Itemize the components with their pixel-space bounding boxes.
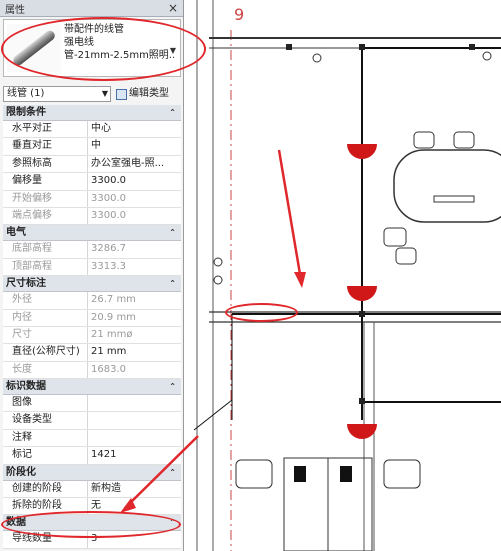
property-label: 导线数量 <box>3 531 88 548</box>
category-label: 标识数据 <box>6 381 46 393</box>
property-value[interactable] <box>88 395 181 411</box>
property-label: 创建的阶段 <box>3 480 88 498</box>
property-row[interactable]: 水平对正 中心 <box>3 121 181 139</box>
category-label: 尺寸标注 <box>6 278 46 290</box>
category-label: 数据 <box>6 517 26 529</box>
collapse-chevron-icon[interactable]: ⌃ <box>169 515 176 530</box>
property-row[interactable]: 直径(公称尺寸) 21 mm <box>3 344 181 362</box>
property-row[interactable]: 注释 <box>3 429 181 448</box>
property-label: 外径 <box>3 292 88 309</box>
property-row[interactable]: 外径 26.7 mm <box>3 292 181 310</box>
property-row[interactable]: 底部高程 3286.7 <box>3 241 181 259</box>
property-row[interactable]: 长度 1683.0 <box>3 361 181 380</box>
property-label: 尺寸 <box>3 326 88 344</box>
property-value: 26.7 mm <box>91 294 136 306</box>
property-label: 端点偏移 <box>3 207 88 225</box>
property-value: 3286.7 <box>91 243 126 255</box>
property-label: 设备类型 <box>3 412 88 429</box>
property-value: 3300.0 <box>91 209 126 221</box>
category-label: 阶段化 <box>6 466 36 478</box>
property-value[interactable]: 3300.0 <box>88 173 181 189</box>
property-row[interactable]: 图像 <box>3 395 181 413</box>
property-value[interactable]: 中心 <box>88 121 181 137</box>
annotation-arrow <box>277 149 306 288</box>
property-value: 1683.0 <box>91 363 126 375</box>
collapse-chevron-icon[interactable]: ⌃ <box>169 379 176 394</box>
collapse-chevron-icon[interactable]: ⌃ <box>169 105 176 120</box>
property-label: 参照标高 <box>3 155 88 173</box>
property-row[interactable]: 顶部高程 3313.3 <box>3 258 181 277</box>
property-label: 顶部高程 <box>3 258 88 276</box>
category-header[interactable]: 标识数据 ⌃ <box>3 379 181 396</box>
collapse-chevron-icon[interactable]: ⌃ <box>169 225 176 240</box>
property-row[interactable]: 偏移量 3300.0 <box>3 173 181 191</box>
type-category: 强电线 <box>64 37 94 48</box>
property-value[interactable]: 21 mm <box>88 344 181 360</box>
property-value[interactable]: 新构造 <box>88 481 181 497</box>
palette-title: 属性 <box>5 4 25 16</box>
instance-filter-value: 线管 (1) <box>7 88 45 99</box>
property-label: 内径 <box>3 309 88 326</box>
property-value[interactable]: 办公室强电-照... <box>88 156 181 172</box>
drawing-canvas[interactable]: 9 <box>184 0 501 551</box>
property-label: 开始偏移 <box>3 190 88 207</box>
instance-filter-row: 线管 (1) ▼ 编辑类型 <box>3 86 181 104</box>
property-label: 底部高程 <box>3 241 88 258</box>
category-header[interactable]: 尺寸标注 ⌃ <box>3 276 181 293</box>
property-value[interactable] <box>88 430 181 446</box>
property-row[interactable]: 参照标高 办公室强电-照... <box>3 155 181 174</box>
property-row[interactable]: 设备类型 <box>3 412 181 430</box>
collapse-chevron-icon[interactable]: ⌃ <box>169 276 176 291</box>
property-row[interactable]: 垂直对正中 <box>3 138 181 156</box>
dropdown-arrow-icon[interactable]: ▼ <box>170 46 176 55</box>
close-icon[interactable]: × <box>168 2 178 14</box>
property-row[interactable]: 拆除的阶段无 <box>3 498 181 516</box>
palette-title-bar: 属性 × <box>0 0 183 17</box>
instance-filter-select[interactable]: 线管 (1) ▼ <box>3 86 111 102</box>
property-row[interactable]: 标记 1421 <box>3 447 181 465</box>
property-value: 20.9 mm <box>91 311 136 323</box>
property-label: 图像 <box>3 395 88 412</box>
property-row[interactable]: 创建的阶段 新构造 <box>3 480 181 499</box>
property-grid: 限制条件 ⌃ 水平对正 中心 垂直对正中参照标高 办公室强电-照... 偏移量 3300.0 开… <box>3 105 181 549</box>
property-row[interactable]: 导线数量 3 <box>3 531 181 549</box>
property-label: 水平对正 <box>3 121 88 138</box>
conduit-thumbnail-icon <box>7 24 61 72</box>
category-label: 电气 <box>6 227 26 239</box>
property-label: 标记 <box>3 447 88 464</box>
property-label: 注释 <box>3 429 88 447</box>
type-family: 带配件的线管 <box>64 24 124 35</box>
chevron-down-icon: ▼ <box>101 89 108 98</box>
property-value[interactable]: 1421 <box>88 447 181 463</box>
property-label: 偏移量 <box>3 173 88 190</box>
property-row[interactable]: 端点偏移 3300.0 <box>3 207 181 226</box>
category-label: 限制条件 <box>6 107 46 118</box>
edit-type-label: 编辑类型 <box>129 88 169 99</box>
category-header[interactable]: 电气 ⌃ <box>3 225 181 242</box>
collapse-chevron-icon[interactable]: ⌃ <box>169 465 176 480</box>
type-selector-text: 带配件的线管 强电线 管-21mm-2.5mm照明... <box>64 23 174 62</box>
property-label: 长度 <box>3 361 88 379</box>
property-value: 3313.3 <box>91 260 126 272</box>
property-row[interactable]: 内径 20.9 mm <box>3 309 181 327</box>
property-row[interactable]: 开始偏移 3300.0 <box>3 190 181 208</box>
property-value[interactable]: 中 <box>88 138 181 154</box>
property-value[interactable]: 无 <box>88 498 181 514</box>
category-header[interactable]: 限制条件 ⌃ <box>3 105 181 121</box>
category-header[interactable]: 数据 ⌃ <box>3 515 181 532</box>
properties-palette: 属性 × 带配件的线管 强电线 管-21mm-2.5mm照明... ▼ 线管 (… <box>0 0 184 551</box>
type-selector[interactable]: 带配件的线管 强电线 管-21mm-2.5mm照明... ▼ <box>3 19 181 77</box>
property-value[interactable] <box>88 412 181 428</box>
property-row[interactable]: 尺寸 21 mmø <box>3 326 181 345</box>
edit-type-button[interactable]: 编辑类型 <box>116 86 169 102</box>
property-label: 拆除的阶段 <box>3 498 88 515</box>
type-name: 管-21mm-2.5mm照明... <box>64 50 174 61</box>
property-value: 21 mmø <box>91 328 133 340</box>
property-label: 直径(公称尺寸) <box>3 344 88 361</box>
property-value[interactable]: 3 <box>88 531 181 547</box>
property-label: 垂直对正 <box>3 138 88 155</box>
property-value: 3300.0 <box>91 192 126 204</box>
category-header[interactable]: 阶段化 ⌃ <box>3 464 181 481</box>
edit-type-icon <box>116 88 127 100</box>
